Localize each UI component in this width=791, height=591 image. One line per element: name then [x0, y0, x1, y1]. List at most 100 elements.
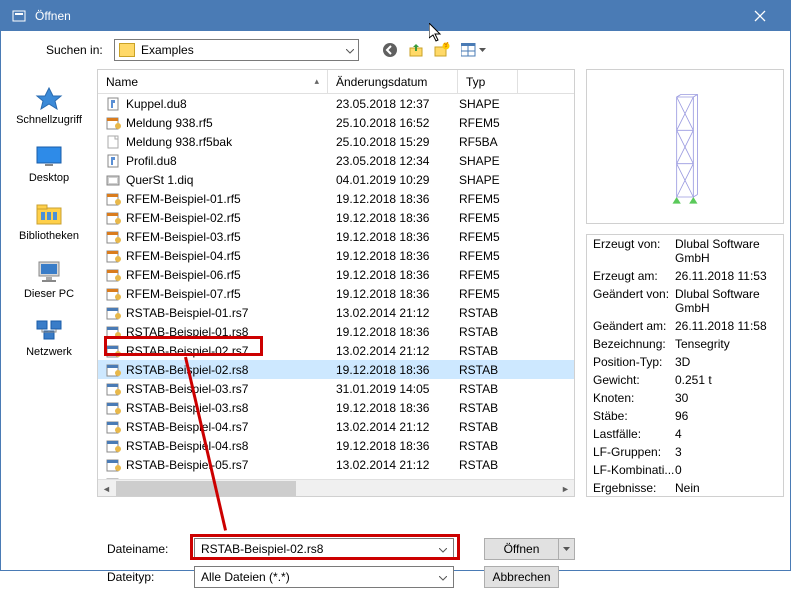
- column-name[interactable]: Name▴: [98, 70, 328, 93]
- file-name: RSTAB-Beispiel-01.rs8: [126, 325, 248, 339]
- file-row[interactable]: RSTAB-Beispiel-02.rs713.02.2014 21:12RST…: [98, 341, 574, 360]
- file-name: RFEM-Beispiel-01.rf5: [126, 192, 241, 206]
- file-date: 31.01.2019 14:05: [328, 382, 451, 396]
- open-button[interactable]: Öffnen: [484, 538, 559, 560]
- file-type: RSTAB: [451, 477, 511, 480]
- place-label: Schnellzugriff: [16, 114, 82, 126]
- file-row[interactable]: RSTAB-Beispiel-05.rs819.12.2018 18:36RST…: [98, 474, 574, 479]
- file-date: 19.12.2018 18:36: [328, 287, 451, 301]
- file-icon: [106, 249, 122, 263]
- file-row[interactable]: RSTAB-Beispiel-04.rs819.12.2018 18:36RST…: [98, 436, 574, 455]
- info-label: Geändert von:: [593, 287, 675, 315]
- desktop-icon: [33, 144, 65, 168]
- info-row: Knoten:30: [587, 389, 783, 407]
- filename-input[interactable]: RSTAB-Beispiel-02.rs8: [194, 538, 454, 560]
- info-row: Geändert von:Dlubal Software GmbH: [587, 285, 783, 317]
- file-row[interactable]: Kuppel.du823.05.2018 12:37SHAPE: [98, 94, 574, 113]
- file-date: 25.10.2018 15:29: [328, 135, 451, 149]
- file-row[interactable]: QuerSt 1.diq04.01.2019 10:29SHAPE: [98, 170, 574, 189]
- file-row[interactable]: RSTAB-Beispiel-02.rs819.12.2018 18:36RST…: [98, 360, 574, 379]
- file-name: Profil.du8: [126, 154, 177, 168]
- right-column: Erzeugt von:Dlubal Software GmbHErzeugt …: [580, 69, 790, 529]
- file-icon: [106, 230, 122, 244]
- lookin-label: Suchen in:: [46, 43, 106, 57]
- info-pane: Erzeugt von:Dlubal Software GmbHErzeugt …: [586, 234, 784, 497]
- file-row[interactable]: RFEM-Beispiel-03.rf519.12.2018 18:36RFEM…: [98, 227, 574, 246]
- horizontal-scrollbar[interactable]: ◄ ►: [98, 479, 574, 496]
- lookin-combo[interactable]: Examples: [114, 39, 359, 61]
- file-name: RSTAB-Beispiel-02.rs8: [126, 363, 248, 377]
- file-row[interactable]: RFEM-Beispiel-02.rf519.12.2018 18:36RFEM…: [98, 208, 574, 227]
- file-type: RF5BA: [451, 135, 511, 149]
- file-name: RSTAB-Beispiel-05.rs7: [126, 458, 248, 472]
- file-list-body[interactable]: Kuppel.du823.05.2018 12:37SHAPEMeldung 9…: [98, 94, 574, 479]
- file-row[interactable]: RSTAB-Beispiel-01.rs713.02.2014 21:12RST…: [98, 303, 574, 322]
- file-name: RSTAB-Beispiel-03.rs7: [126, 382, 248, 396]
- scroll-right-button[interactable]: ►: [557, 480, 574, 497]
- file-name: Meldung 938.rf5bak: [126, 135, 232, 149]
- new-folder-button[interactable]: [431, 39, 453, 61]
- file-name: RFEM-Beispiel-03.rf5: [126, 230, 241, 244]
- file-row[interactable]: RFEM-Beispiel-01.rf519.12.2018 18:36RFEM…: [98, 189, 574, 208]
- place-pc[interactable]: Dieser PC: [5, 251, 93, 309]
- info-value: Tensegrity: [675, 337, 777, 351]
- scroll-thumb[interactable]: [116, 481, 296, 496]
- cancel-button[interactable]: Abbrechen: [484, 566, 559, 588]
- file-row[interactable]: RSTAB-Beispiel-03.rs819.12.2018 18:36RST…: [98, 398, 574, 417]
- back-button[interactable]: [379, 39, 401, 61]
- file-row[interactable]: RSTAB-Beispiel-01.rs819.12.2018 18:36RST…: [98, 322, 574, 341]
- file-date: 19.12.2018 18:36: [328, 268, 451, 282]
- info-row: Ergebnisse:Nein: [587, 479, 783, 497]
- filetype-combo[interactable]: Alle Dateien (*.*): [194, 566, 454, 588]
- file-date: 19.12.2018 18:36: [328, 363, 451, 377]
- info-label: Erzeugt am:: [593, 269, 675, 283]
- file-row[interactable]: RSTAB-Beispiel-03.rs731.01.2019 14:05RST…: [98, 379, 574, 398]
- info-label: Bezeichnung:: [593, 337, 675, 351]
- file-row[interactable]: RFEM-Beispiel-04.rf519.12.2018 18:36RFEM…: [98, 246, 574, 265]
- place-libraries[interactable]: Bibliotheken: [5, 193, 93, 251]
- file-list-header: Name▴ Änderungsdatum Typ: [98, 70, 574, 94]
- chevron-down-icon: [439, 570, 447, 584]
- file-name: RSTAB-Beispiel-05.rs8: [126, 477, 248, 480]
- column-date[interactable]: Änderungsdatum: [328, 70, 458, 93]
- file-type: RSTAB: [451, 420, 511, 434]
- info-value: 3: [675, 445, 777, 459]
- file-icon: [106, 287, 122, 301]
- info-row: Geändert am:26.11.2018 11:58: [587, 317, 783, 335]
- file-name: RSTAB-Beispiel-04.rs8: [126, 439, 248, 453]
- file-row[interactable]: RFEM-Beispiel-06.rf519.12.2018 18:36RFEM…: [98, 265, 574, 284]
- file-date: 13.02.2014 21:12: [328, 420, 451, 434]
- file-name: Kuppel.du8: [126, 97, 187, 111]
- info-value: 26.11.2018 11:53: [675, 269, 777, 283]
- file-date: 04.01.2019 10:29: [328, 173, 451, 187]
- file-row[interactable]: RFEM-Beispiel-07.rf519.12.2018 18:36RFEM…: [98, 284, 574, 303]
- up-button[interactable]: [405, 39, 427, 61]
- file-row[interactable]: Meldung 938.rf5bak 25.10.2018 15:29RF5BA: [98, 132, 574, 151]
- file-row[interactable]: RSTAB-Beispiel-04.rs713.02.2014 21:12RST…: [98, 417, 574, 436]
- place-desktop[interactable]: Desktop: [5, 135, 93, 193]
- info-row: LF-Kombinati...0: [587, 461, 783, 479]
- file-type: RFEM5: [451, 116, 511, 130]
- filename-label: Dateiname:: [97, 542, 182, 556]
- quick-icon: [33, 86, 65, 110]
- column-type[interactable]: Typ: [458, 70, 518, 93]
- file-date: 19.12.2018 18:36: [328, 249, 451, 263]
- file-row[interactable]: Meldung 938.rf525.10.2018 16:52RFEM5: [98, 113, 574, 132]
- file-icon: [106, 306, 122, 320]
- open-split-button[interactable]: [559, 538, 575, 560]
- place-network[interactable]: Netzwerk: [5, 309, 93, 367]
- file-type: RFEM5: [451, 230, 511, 244]
- file-row[interactable]: RSTAB-Beispiel-05.rs713.02.2014 21:12RST…: [98, 455, 574, 474]
- file-list: Name▴ Änderungsdatum Typ Kuppel.du823.05…: [97, 69, 575, 497]
- close-button[interactable]: [740, 1, 780, 31]
- lookin-value: Examples: [141, 43, 194, 57]
- info-row: Stäbe:96: [587, 407, 783, 425]
- view-menu-button[interactable]: [457, 39, 489, 61]
- scroll-left-button[interactable]: ◄: [98, 480, 115, 497]
- file-row[interactable]: Profil.du823.05.2018 12:34SHAPE: [98, 151, 574, 170]
- file-date: 25.10.2018 16:52: [328, 116, 451, 130]
- file-type: RSTAB: [451, 401, 511, 415]
- file-icon: [106, 268, 122, 282]
- info-row: Lastfälle:4: [587, 425, 783, 443]
- place-quick[interactable]: Schnellzugriff: [5, 77, 93, 135]
